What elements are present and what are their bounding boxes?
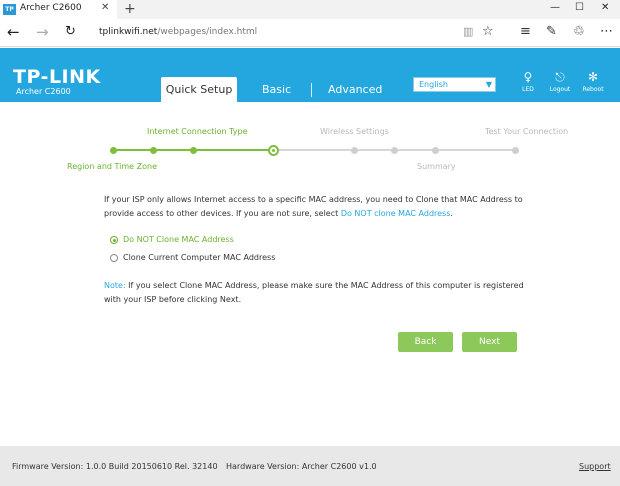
browser-tab[interactable]: TP Archer C2600 ✕ — [0, 0, 117, 19]
tab-close-icon[interactable]: ✕ — [101, 2, 109, 13]
back-arrow-icon[interactable]: ← — [7, 23, 20, 41]
chevron-down-icon: ▼ — [485, 80, 492, 89]
reboot-label[interactable]: Reboot — [578, 86, 608, 93]
model-name: Archer C2600 — [16, 87, 71, 96]
option-clone-current-label[interactable]: Clone Current Computer MAC Address — [123, 253, 275, 262]
next-button[interactable]: Next — [462, 332, 517, 352]
firmware-version: Firmware Version: 1.0.0 Build 20150610 R… — [12, 462, 218, 471]
more-icon[interactable]: ⋯ — [600, 24, 613, 40]
progress-step-dot — [189, 146, 197, 154]
support-link[interactable]: Support — [579, 462, 611, 471]
led-label[interactable]: LED — [513, 86, 543, 93]
radio-clone-current[interactable] — [110, 254, 118, 262]
refresh-icon[interactable]: ↻ — [65, 23, 76, 41]
browser-title-bar: TP Archer C2600 ✕ + — ☐ ✕ — [0, 0, 620, 19]
url-host: tplinkwifi.net — [99, 27, 158, 37]
reboot-icon[interactable]: ✻ — [578, 70, 608, 84]
web-note-icon[interactable]: ✎ — [546, 24, 557, 40]
tab-title: Archer C2600 — [20, 3, 82, 13]
url-path: /webpages/index.html — [157, 27, 258, 37]
new-tab-icon[interactable]: + — [124, 0, 136, 18]
hardware-version: Hardware Version: Archer C2600 v1.0 — [226, 462, 377, 471]
tp-link-favicon-icon: TP — [3, 4, 16, 15]
progress-step-dot — [109, 146, 117, 154]
note-text: If you select Clone MAC Address, please … — [104, 281, 524, 304]
radio-do-not-clone[interactable] — [110, 236, 118, 244]
progress-step-dot — [350, 146, 358, 154]
do-not-clone-link[interactable]: Do NOT clone MAC Address — [341, 209, 451, 218]
step-wireless-settings: Wireless Settings — [320, 127, 389, 136]
brand-logo: TP-LINK — [13, 66, 101, 88]
led-bulb-icon[interactable]: ♀ — [513, 70, 543, 84]
tab-basic[interactable]: Basic — [262, 77, 291, 102]
progress-step-dot — [390, 146, 398, 154]
progress-step-current-dot — [267, 144, 279, 156]
progress-step-dot — [511, 146, 519, 154]
description-text: If your ISP only allows Internet access … — [104, 195, 523, 218]
option-do-not-clone-label[interactable]: Do NOT Clone MAC Address — [123, 235, 234, 244]
language-select[interactable]: English ▼ — [413, 77, 496, 92]
language-value: English — [419, 80, 448, 89]
window-close-icon[interactable]: ✕ — [601, 2, 609, 13]
tab-advanced[interactable]: Advanced — [328, 77, 382, 102]
progress-step-dot — [431, 146, 439, 154]
logout-icon[interactable]: ⎋ — [545, 70, 575, 84]
minimize-icon[interactable]: — — [550, 2, 560, 13]
tab-quick-setup[interactable]: Quick Setup — [161, 77, 237, 102]
favorite-star-icon[interactable]: ☆ — [482, 24, 494, 40]
logout-label[interactable]: Logout — [545, 86, 575, 93]
step-region-time-zone: Region and Time Zone — [67, 162, 158, 171]
maximize-icon[interactable]: ☐ — [575, 2, 584, 13]
hub-icon[interactable]: ≡ — [520, 24, 531, 40]
step-internet-connection-type: Internet Connection Type — [147, 127, 248, 136]
nav-separator — [311, 83, 312, 97]
reading-view-icon[interactable]: ▥ — [463, 24, 473, 40]
progress-step-dot — [149, 146, 157, 154]
note-label: Note: — [104, 281, 126, 290]
step-summary: Summary — [417, 162, 456, 171]
clone-note: Note: If you select Clone MAC Address, p… — [104, 279, 524, 307]
back-button[interactable]: Back — [398, 332, 453, 352]
step-test-connection: Test Your Connection — [485, 127, 569, 136]
forward-arrow-icon[interactable]: → — [36, 23, 49, 41]
description-end: . — [450, 209, 453, 218]
share-icon[interactable]: ♲ — [573, 24, 585, 40]
address-bar: ← → ↻ tplinkwifi.net/webpages/index.html… — [0, 19, 620, 47]
url-field[interactable]: tplinkwifi.net/webpages/index.html — [99, 27, 257, 37]
mac-clone-description: If your ISP only allows Internet access … — [104, 193, 524, 221]
